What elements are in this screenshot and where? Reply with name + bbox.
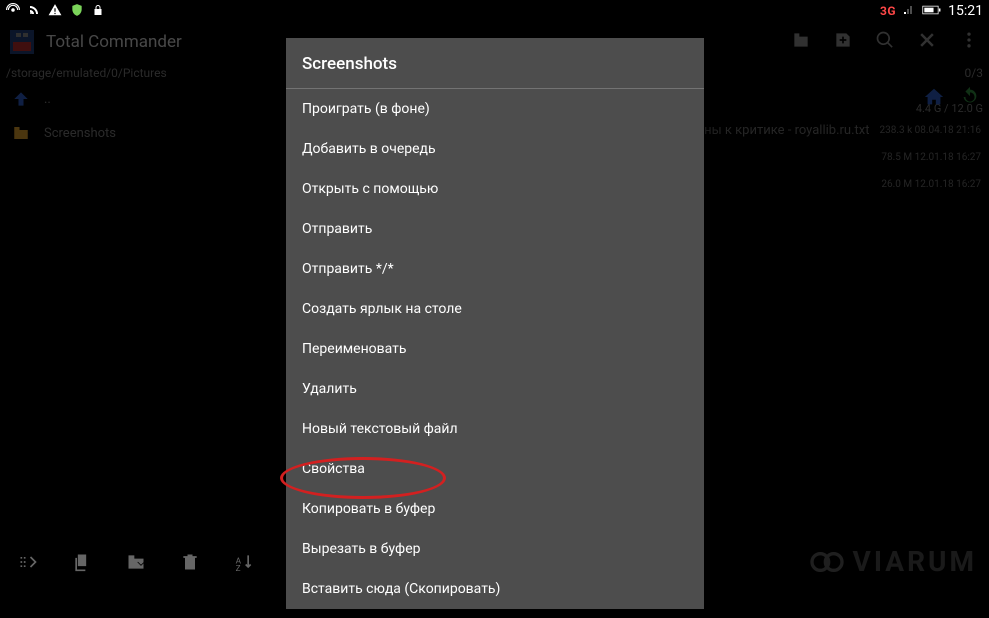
shield-icon (70, 3, 84, 20)
copy-icon[interactable] (72, 552, 92, 576)
lock-icon (92, 4, 104, 19)
menu-send[interactable]: Отправить (286, 209, 704, 249)
move-icon[interactable] (126, 552, 146, 576)
delete-icon[interactable] (180, 552, 200, 576)
status-bar: 3G 15:21 (0, 0, 989, 22)
menu-new-text[interactable]: Новый текстовый файл (286, 409, 704, 449)
menu-properties[interactable]: Свойства (286, 449, 704, 489)
folder-icon (8, 122, 34, 144)
select-icon[interactable] (18, 552, 38, 576)
close-icon[interactable] (917, 30, 937, 54)
svg-text:Z: Z (236, 564, 241, 572)
folder-icon[interactable] (791, 30, 811, 54)
app-icon (10, 30, 34, 54)
menu-copy-clip[interactable]: Копировать в буфер (286, 489, 704, 529)
menu-delete[interactable]: Удалить (286, 369, 704, 409)
clock-text: 15:21 (948, 3, 983, 19)
left-path[interactable]: /storage/emulated/0/Pictures (6, 66, 167, 80)
menu-play-bg[interactable]: Проиграть (в фоне) (286, 89, 704, 129)
menu-cut-clip[interactable]: Вырезать в буфер (286, 529, 704, 569)
app-title: Total Commander (46, 32, 182, 52)
menu-paste-copy[interactable]: Вставить сюда (Скопировать) (286, 569, 704, 609)
network-label: 3G (880, 4, 896, 18)
sort-icon[interactable]: AZ (234, 552, 254, 576)
menu-open-with[interactable]: Открыть с помощью (286, 169, 704, 209)
battery-icon (922, 4, 942, 19)
rss-icon (28, 4, 40, 19)
new-file-icon[interactable] (833, 30, 853, 54)
watermark: VIARUM (807, 545, 977, 578)
context-menu: Screenshots Проиграть (в фоне) Добавить … (286, 38, 704, 609)
overflow-icon[interactable] (959, 30, 979, 54)
right-counter: 0/3 (965, 66, 983, 80)
menu-add-queue[interactable]: Добавить в очередь (286, 129, 704, 169)
warning-icon (48, 3, 62, 20)
search-icon[interactable] (875, 30, 895, 54)
hotspot-icon (6, 3, 20, 20)
menu-shortcut[interactable]: Создать ярлык на столе (286, 289, 704, 329)
signal-icon (902, 4, 916, 19)
context-menu-title: Screenshots (286, 38, 704, 89)
menu-rename[interactable]: Переименовать (286, 329, 704, 369)
reload-icon[interactable] (959, 86, 981, 112)
up-icon (8, 88, 34, 110)
menu-send-any[interactable]: Отправить */* (286, 249, 704, 289)
home-icon[interactable] (923, 86, 945, 112)
